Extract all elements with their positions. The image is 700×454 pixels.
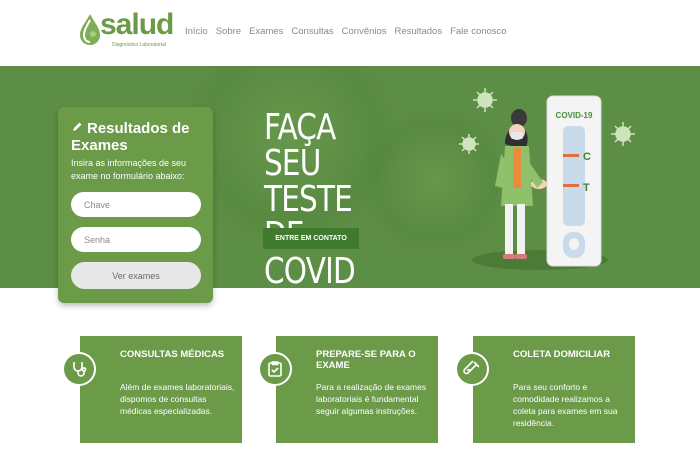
feature-text: Além de exames laboratoriais, dispomos d… xyxy=(120,382,235,416)
virus-icon xyxy=(473,88,497,112)
nav-item-inicio[interactable]: Início xyxy=(185,26,208,37)
nav-item-resultados[interactable]: Resultados xyxy=(395,26,443,37)
results-login-card: Resultados de Exames Insira as informaçõ… xyxy=(58,107,213,303)
feature-title: PREPARE-SE PARA O EXAME xyxy=(316,349,416,371)
hero-title: FAÇA SEU TESTE DE COVID xyxy=(264,107,356,289)
main-nav: Início Sobre Exames Consultas Convênios … xyxy=(185,26,507,37)
test-tube-icon xyxy=(455,352,489,386)
covid-test-illustration: COVID-19 C T xyxy=(459,88,635,270)
stethoscope-icon xyxy=(62,352,96,386)
password-input[interactable] xyxy=(71,227,201,252)
key-input[interactable] xyxy=(71,192,201,217)
results-title-text: Resultados de Exames xyxy=(71,120,190,154)
nav-item-convenios[interactable]: Convênios xyxy=(342,26,387,37)
feature-card-prepare[interactable]: PREPARE-SE PARA O EXAME Para a realizaçã… xyxy=(258,336,438,443)
results-title: Resultados de Exames xyxy=(71,120,211,154)
brand-logo[interactable]: salud Diagnóstico Laboratorial xyxy=(78,8,174,50)
test-label: COVID-19 xyxy=(556,111,593,120)
feature-title: CONSULTAS MÉDICAS xyxy=(120,349,225,360)
drop-logo-icon xyxy=(80,14,100,45)
results-description: Insira as informações de seu exame no fo… xyxy=(71,158,187,181)
feature-text: Para a realização de exames laboratoriai… xyxy=(316,382,427,416)
feature-text: Para seu conforto e comodidade realizamo… xyxy=(513,382,618,428)
nav-item-consultas[interactable]: Consultas xyxy=(291,26,333,37)
site-header: salud Diagnóstico Laboratorial Início So… xyxy=(0,0,700,66)
nav-item-fale-conosco[interactable]: Fale conosco xyxy=(450,26,507,37)
feature-card-consultas[interactable]: CONSULTAS MÉDICAS Além de exames laborat… xyxy=(62,336,242,443)
test-result-label: T xyxy=(583,182,590,194)
feature-title: COLETA DOMICILIAR xyxy=(513,349,611,360)
checklist-icon xyxy=(258,352,292,386)
brand-name: salud xyxy=(100,8,174,41)
virus-icon xyxy=(611,122,635,146)
view-exams-button[interactable]: Ver exames xyxy=(71,262,201,289)
feature-card-coleta[interactable]: COLETA DOMICILIAR Para seu conforto e co… xyxy=(455,336,635,443)
brand-tagline: Diagnóstico Laboratorial xyxy=(112,42,166,48)
test-control-label: C xyxy=(583,151,591,163)
nav-item-exames[interactable]: Exames xyxy=(249,26,283,37)
nav-item-sobre[interactable]: Sobre xyxy=(216,26,241,37)
contact-button[interactable]: ENTRE EM CONTATO xyxy=(263,228,359,249)
virus-icon xyxy=(459,134,479,154)
pencil-icon xyxy=(71,120,85,137)
